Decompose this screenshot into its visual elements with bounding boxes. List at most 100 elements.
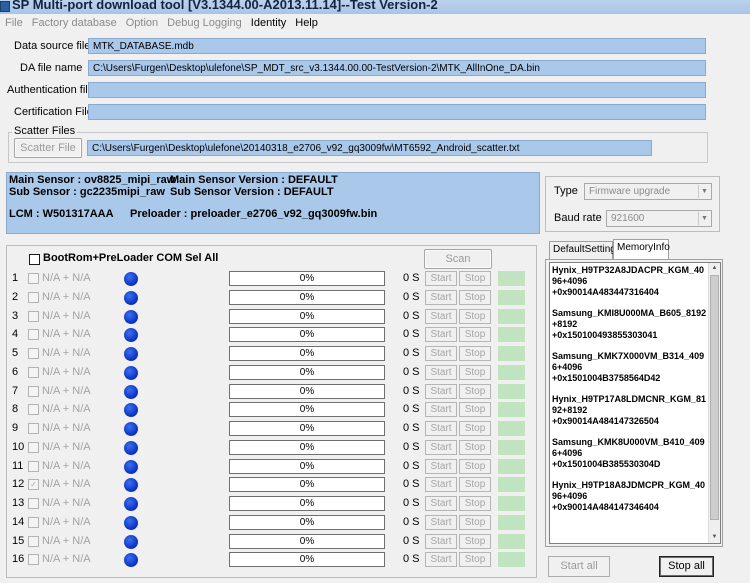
port-row: 8 N/A + N/A 0% 0 S Start Stop [0, 401, 540, 419]
port-stop-button[interactable]: Stop [459, 365, 491, 380]
port-checkbox[interactable] [28, 329, 39, 340]
vertical-scrollbar[interactable]: ▲ ▼ [708, 263, 720, 543]
port-stop-button[interactable]: Stop [459, 327, 491, 342]
port-checkbox[interactable] [28, 273, 39, 284]
port-status-indicator [498, 384, 525, 399]
port-row: 6 N/A + N/A 0% 0 S Start Stop [0, 364, 540, 382]
cert-file-field[interactable] [88, 104, 706, 120]
port-checkbox[interactable] [28, 442, 39, 453]
menu-option[interactable]: Option [126, 17, 158, 29]
status-dot-icon [124, 497, 138, 511]
port-start-button[interactable]: Start [425, 496, 457, 511]
port-start-button[interactable]: Start [425, 365, 457, 380]
port-stop-button[interactable]: Stop [459, 384, 491, 399]
port-name: N/A + N/A [42, 366, 91, 378]
menu-help[interactable]: Help [295, 17, 318, 29]
port-start-button[interactable]: Start [425, 552, 457, 567]
port-stop-button[interactable]: Stop [459, 290, 491, 305]
da-file-field[interactable]: C:\Users\Furgen\Desktop\ulefone\SP_MDT_s… [88, 60, 706, 76]
port-number: 15 [12, 535, 25, 547]
port-status-indicator [498, 290, 525, 305]
elapsed-time: 0 S [403, 272, 420, 284]
port-start-button[interactable]: Start [425, 384, 457, 399]
port-number: 10 [12, 441, 25, 453]
scroll-down-icon[interactable]: ▼ [709, 532, 720, 543]
port-name: N/A + N/A [42, 553, 91, 565]
port-checkbox[interactable] [28, 348, 39, 359]
port-stop-button[interactable]: Stop [459, 421, 491, 436]
port-start-button[interactable]: Start [425, 290, 457, 305]
scroll-up-icon[interactable]: ▲ [709, 263, 720, 274]
port-stop-button[interactable]: Stop [459, 440, 491, 455]
elapsed-time: 0 S [403, 328, 420, 340]
port-number: 14 [12, 516, 25, 528]
port-start-button[interactable]: Start [425, 440, 457, 455]
port-checkbox[interactable] [28, 386, 39, 397]
port-start-button[interactable]: Start [425, 534, 457, 549]
port-stop-button[interactable]: Stop [459, 346, 491, 361]
port-checkbox[interactable] [28, 404, 39, 415]
progress-bar: 0% [229, 552, 385, 567]
menu-factory-database[interactable]: Factory database [32, 17, 117, 29]
port-stop-button[interactable]: Stop [459, 515, 491, 530]
port-stop-button[interactable]: Stop [459, 459, 491, 474]
port-status-indicator [498, 515, 525, 530]
data-source-field[interactable]: MTK_DATABASE.mdb [88, 38, 706, 54]
scrollbar-thumb[interactable] [710, 275, 719, 520]
scatter-file-button[interactable]: Scatter File [14, 138, 82, 158]
stop-all-button[interactable]: Stop all [659, 556, 714, 577]
port-start-button[interactable]: Start [425, 309, 457, 324]
type-select[interactable]: Firmware upgrade ▼ [584, 183, 712, 200]
memory-info-list[interactable]: Hynix_H9TP32A8JDACPR_KGM_4096+4096 +0x90… [549, 262, 721, 544]
tab-default-setting[interactable]: DefaultSetting [549, 241, 616, 259]
main-sensor-text: Main Sensor : ov8825_mipi_raw [9, 174, 176, 186]
menu-debug-logging[interactable]: Debug Logging [167, 17, 242, 29]
menu-file[interactable]: File [5, 17, 23, 29]
port-start-button[interactable]: Start [425, 271, 457, 286]
port-start-button[interactable]: Start [425, 459, 457, 474]
port-checkbox[interactable] [28, 423, 39, 434]
port-start-button[interactable]: Start [425, 477, 457, 492]
memory-entry: Hynix_H9TP18A8JDMCPR_KGM_4096+4096 +0x90… [552, 480, 706, 512]
auth-file-field[interactable] [88, 82, 706, 98]
select-all-label: BootRom+PreLoader COM Sel All [43, 252, 219, 264]
port-start-button[interactable]: Start [425, 346, 457, 361]
progress-bar: 0% [229, 515, 385, 530]
port-checkbox[interactable] [28, 554, 39, 565]
port-stop-button[interactable]: Stop [459, 477, 491, 492]
port-checkbox[interactable] [28, 498, 39, 509]
scatter-file-field[interactable]: C:\Users\Furgen\Desktop\ulefone\20140318… [87, 140, 652, 156]
port-checkbox[interactable] [28, 292, 39, 303]
app-icon [0, 1, 10, 12]
port-start-button[interactable]: Start [425, 402, 457, 417]
port-checkbox[interactable] [28, 536, 39, 547]
elapsed-time: 0 S [403, 310, 420, 322]
port-start-button[interactable]: Start [425, 421, 457, 436]
port-checkbox[interactable] [28, 367, 39, 378]
port-number: 1 [12, 272, 19, 284]
elapsed-time: 0 S [403, 460, 420, 472]
port-row: 2 N/A + N/A 0% 0 S Start Stop [0, 289, 540, 307]
port-checkbox[interactable] [28, 311, 39, 322]
port-stop-button[interactable]: Stop [459, 309, 491, 324]
port-stop-button[interactable]: Stop [459, 271, 491, 286]
port-checkbox[interactable] [28, 461, 39, 472]
port-stop-button[interactable]: Stop [459, 552, 491, 567]
menu-identity[interactable]: Identity [251, 17, 286, 29]
port-start-button[interactable]: Start [425, 327, 457, 342]
port-stop-button[interactable]: Stop [459, 496, 491, 511]
select-all-checkbox[interactable] [29, 254, 40, 265]
start-all-button[interactable]: Start all [548, 556, 610, 577]
progress-bar: 0% [229, 496, 385, 511]
scan-button[interactable]: Scan [424, 249, 492, 269]
port-stop-button[interactable]: Stop [459, 402, 491, 417]
port-checkbox[interactable] [28, 517, 39, 528]
elapsed-time: 0 S [403, 535, 420, 547]
tab-memory-info[interactable]: MemoryInfo [613, 239, 670, 260]
baud-rate-select[interactable]: 921600 ▼ [606, 210, 712, 227]
port-checkbox[interactable]: ✓ [28, 479, 39, 490]
port-start-button[interactable]: Start [425, 515, 457, 530]
port-stop-button[interactable]: Stop [459, 534, 491, 549]
progress-bar: 0% [229, 346, 385, 361]
port-row: 12 ✓ N/A + N/A 0% 0 S Start Stop [0, 476, 540, 494]
